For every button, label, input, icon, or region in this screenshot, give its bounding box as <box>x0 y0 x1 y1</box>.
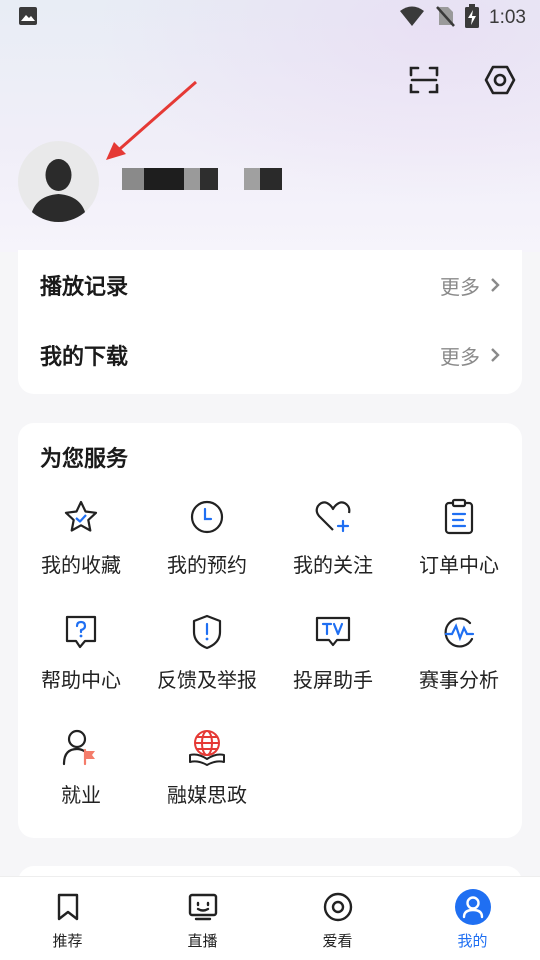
service-label: 就业 <box>61 783 101 807</box>
services-card: 为您服务 我的收藏 我的预约 我的关注 订单中心 帮助中心 反馈及举报 投屏助手… <box>18 423 522 838</box>
my-downloads-more[interactable]: 更多 <box>440 341 500 370</box>
service-employment[interactable]: 就业 <box>18 723 144 838</box>
services-title: 为您服务 <box>40 447 129 472</box>
service-feedback-report[interactable]: 反馈及举报 <box>144 608 270 723</box>
my-downloads-row[interactable]: 我的下载 更多 <box>18 320 522 390</box>
status-time: 1:03 <box>489 7 526 28</box>
service-cast[interactable]: 投屏助手 <box>270 608 396 723</box>
redaction-block <box>184 168 200 190</box>
service-label: 反馈及举报 <box>157 668 257 692</box>
settings-button[interactable] <box>480 62 520 102</box>
more-label: 更多 <box>440 274 480 299</box>
history-card: 播放记录 更多 我的下载 更多 <box>18 250 522 394</box>
target-icon <box>318 887 358 927</box>
scan-icon <box>409 66 439 98</box>
service-label: 帮助中心 <box>41 668 121 692</box>
tab-recommend[interactable]: 推荐 <box>0 877 135 960</box>
service-label: 我的预约 <box>167 553 247 577</box>
service-media-ideology[interactable]: 融媒思政 <box>144 723 270 838</box>
service-following[interactable]: 我的关注 <box>270 493 396 608</box>
service-orders[interactable]: 订单中心 <box>396 493 522 608</box>
bookmark-icon <box>48 887 88 927</box>
tv-cast-icon <box>313 612 353 652</box>
clipboard-icon <box>439 497 479 537</box>
my-downloads-title: 我的下载 <box>40 345 129 370</box>
chevron-right-icon <box>491 278 500 292</box>
bottom-tab-bar: 推荐 直播 爱看 我的 <box>0 876 540 960</box>
redaction-block <box>144 168 184 190</box>
service-help[interactable]: 帮助中心 <box>18 608 144 723</box>
shield-alert-icon <box>187 612 227 652</box>
person-icon <box>453 887 493 927</box>
employment-icon <box>61 727 101 767</box>
header-actions <box>404 62 520 102</box>
redaction-block <box>260 168 282 190</box>
avatar[interactable] <box>18 141 99 222</box>
status-bar: 1:03 <box>0 0 540 36</box>
service-reservations[interactable]: 我的预约 <box>144 493 270 608</box>
services-grid: 我的收藏 我的预约 我的关注 订单中心 帮助中心 反馈及举报 投屏助手 赛事分析… <box>18 493 522 838</box>
redaction-block <box>244 168 260 190</box>
service-label: 投屏助手 <box>293 668 373 692</box>
analysis-icon <box>439 612 479 652</box>
tab-live[interactable]: 直播 <box>135 877 270 960</box>
redaction-block <box>200 168 218 190</box>
globe-book-icon <box>187 727 227 767</box>
redaction-block <box>122 168 144 190</box>
tab-label: 推荐 <box>52 931 83 950</box>
tv-face-icon <box>183 887 223 927</box>
default-avatar-icon <box>30 159 87 222</box>
help-bubble-icon <box>61 612 101 652</box>
gallery-notification-icon <box>18 6 38 30</box>
clock-icon <box>187 497 227 537</box>
tab-label: 爱看 <box>322 931 353 950</box>
service-label: 我的关注 <box>293 553 373 577</box>
battery-charging-icon <box>465 4 480 32</box>
gear-icon <box>484 64 516 100</box>
star-check-icon <box>61 497 101 537</box>
service-label: 订单中心 <box>419 553 499 577</box>
tab-label: 直播 <box>187 931 218 950</box>
play-history-title: 播放记录 <box>40 275 129 300</box>
no-sim-icon <box>435 5 455 31</box>
service-label: 赛事分析 <box>419 668 499 692</box>
more-label: 更多 <box>440 344 480 369</box>
username-redacted[interactable] <box>122 168 282 190</box>
service-match-analysis[interactable]: 赛事分析 <box>396 608 522 723</box>
service-favorites[interactable]: 我的收藏 <box>18 493 144 608</box>
play-history-row[interactable]: 播放记录 更多 <box>18 250 522 320</box>
wifi-icon <box>399 5 425 31</box>
service-label: 融媒思政 <box>167 783 247 807</box>
annotation-arrow-icon <box>106 80 197 160</box>
scan-button[interactable] <box>404 62 444 102</box>
tab-watch[interactable]: 爱看 <box>270 877 405 960</box>
play-history-more[interactable]: 更多 <box>440 271 500 300</box>
tab-label: 我的 <box>457 931 488 950</box>
heart-plus-icon <box>313 497 353 537</box>
service-label: 我的收藏 <box>41 553 121 577</box>
tab-mine[interactable]: 我的 <box>405 877 540 960</box>
chevron-right-icon <box>491 348 500 362</box>
